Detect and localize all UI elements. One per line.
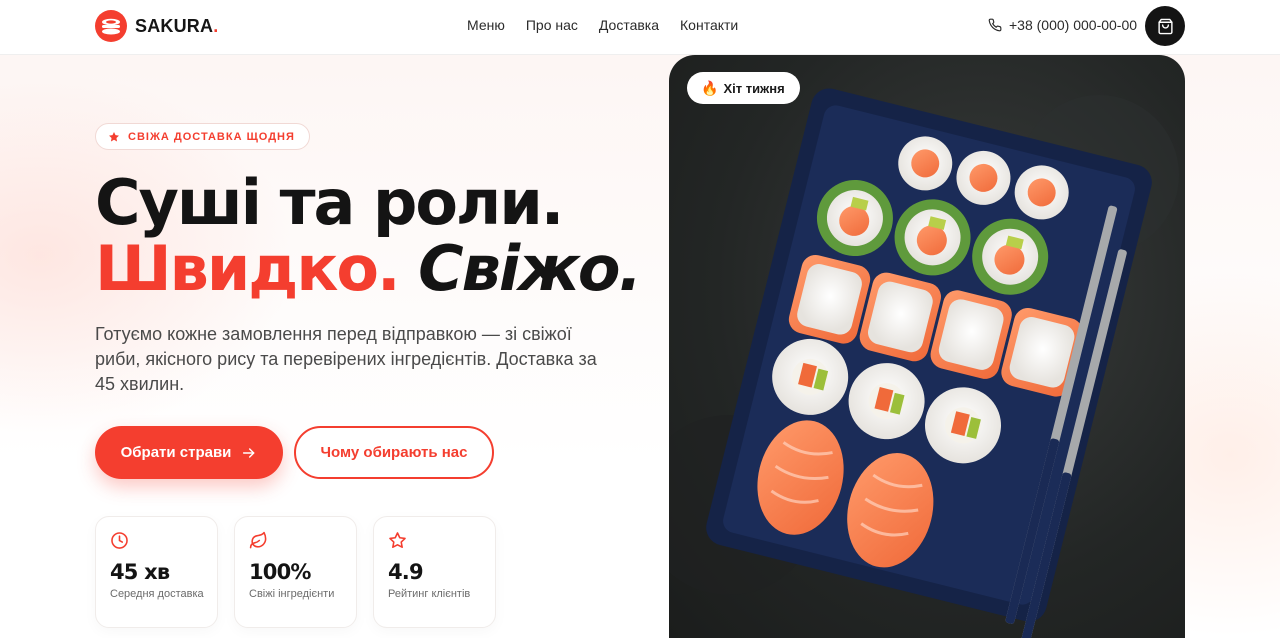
stat-label: Середня доставка — [110, 588, 204, 600]
badge-text: СВІЖА ДОСТАВКА ЩОДНЯ — [128, 130, 295, 143]
stat-label: Свіжі інгредієнти — [249, 588, 335, 600]
stat-card-delivery: 45 хв Середня доставка — [95, 516, 218, 628]
why-us-label: Чому обирають нас — [320, 444, 468, 461]
nav-item-contacts[interactable]: Контакти — [680, 17, 738, 33]
hit-of-week-badge: 🔥 Хіт тижня — [687, 72, 800, 104]
star-icon — [389, 532, 406, 549]
arrow-right-icon — [243, 447, 255, 458]
phone-link[interactable]: +38 (000) 000-00-00 — [988, 17, 1137, 33]
hero-title-red: Швидко. — [95, 232, 401, 305]
hero-title: Суші та роли. Швидко. Свіжо. — [95, 170, 655, 302]
choose-dishes-label: Обрати страви — [120, 444, 232, 461]
nav-item-menu[interactable]: Меню — [467, 17, 505, 33]
sushi-roll-logo-icon — [95, 10, 127, 42]
hero-title-line1: Суші та роли. — [95, 166, 564, 239]
phone-number: +38 (000) 000-00-00 — [1009, 17, 1138, 33]
cart-button[interactable] — [1145, 6, 1185, 46]
leaf-icon — [249, 531, 267, 549]
fire-icon: 🔥 — [701, 79, 719, 96]
brand-dot: . — [213, 15, 219, 36]
hit-badge-text: Хіт тижня — [723, 80, 785, 96]
main-nav: Меню Про нас Доставка Контакти — [467, 17, 759, 33]
fresh-delivery-badge: СВІЖА ДОСТАВКА ЩОДНЯ — [95, 123, 310, 150]
why-us-button[interactable]: Чому обирають нас — [294, 426, 494, 479]
nav-item-delivery[interactable]: Доставка — [599, 17, 659, 33]
star-icon — [109, 131, 119, 141]
stat-value: 100% — [249, 560, 311, 584]
choose-dishes-button[interactable]: Обрати страви — [95, 426, 283, 479]
logo[interactable]: SAKURA. — [95, 10, 218, 42]
stat-value: 45 хв — [110, 560, 170, 584]
hero-lead: Готуємо кожне замовлення перед відправко… — [95, 324, 597, 394]
phone-icon — [988, 18, 1002, 32]
shopping-bag-icon — [1157, 18, 1173, 34]
site-header: SAKURA. Меню Про нас Доставка Контакти +… — [0, 0, 1280, 55]
brand-name: SAKURA — [135, 15, 214, 36]
stat-value: 4.9 — [388, 560, 424, 584]
clock-icon — [111, 532, 128, 549]
nav-item-about[interactable]: Про нас — [526, 17, 578, 33]
hero-title-italic: Свіжо. — [418, 232, 642, 305]
sushi-photo — [669, 55, 1185, 638]
stat-card-rating: 4.9 Рейтинг клієнтів — [373, 516, 496, 628]
stat-label: Рейтинг клієнтів — [388, 588, 471, 600]
stat-card-ingredients: 100% Свіжі інгредієнти — [234, 516, 357, 628]
